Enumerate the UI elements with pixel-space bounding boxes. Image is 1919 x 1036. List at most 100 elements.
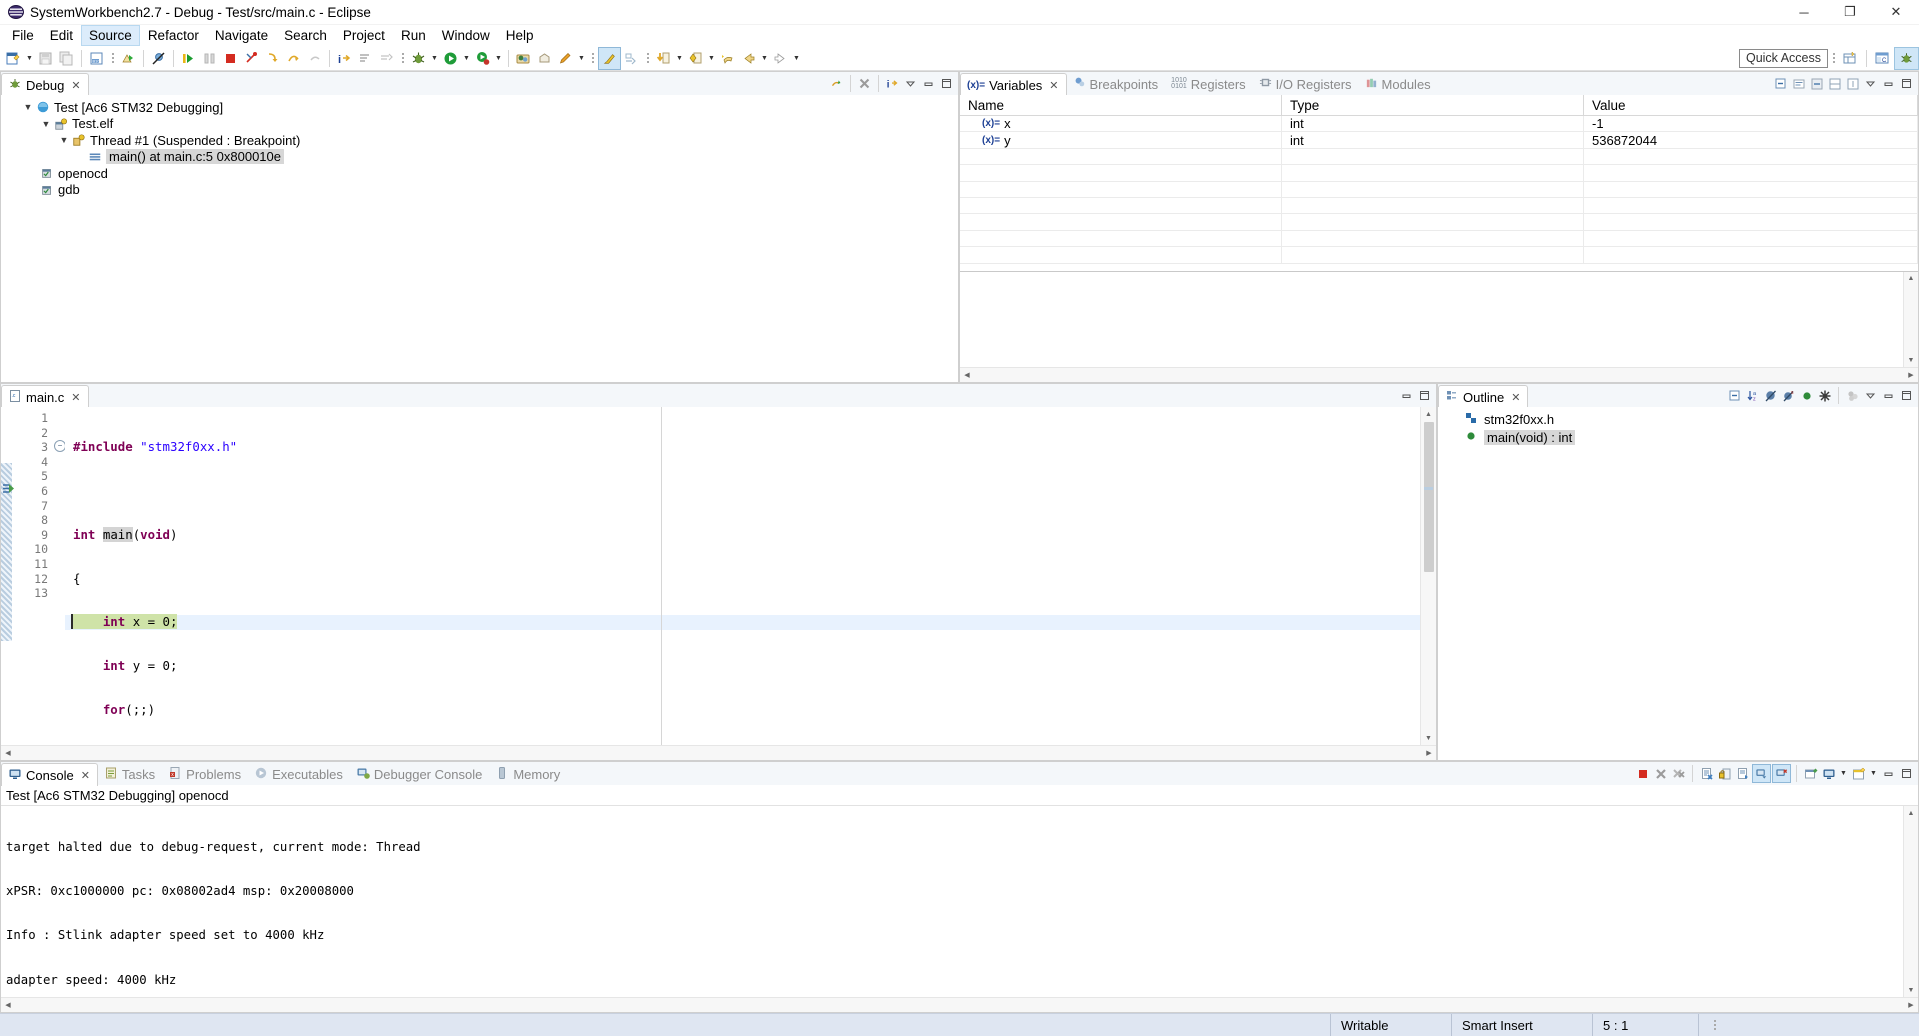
menu-edit[interactable]: Edit xyxy=(42,25,81,46)
menu-search[interactable]: Search xyxy=(276,25,335,46)
chevron-down-icon[interactable]: ▼ xyxy=(57,135,71,145)
tab-variables[interactable]: (x)= Variables ✕ xyxy=(960,73,1067,96)
debug-tree-item-gdb[interactable]: gdb xyxy=(1,182,958,199)
external-tools-dropdown-chevron-down-icon[interactable]: ▼ xyxy=(493,48,504,69)
table-row-empty[interactable] xyxy=(960,148,1918,166)
variable-value[interactable]: 536872044 xyxy=(1584,132,1918,148)
scroll-left-icon[interactable]: ◀ xyxy=(1,998,15,1012)
debug-tree-item-launch[interactable]: ▼ Test [Ac6 STM32 Debugging] xyxy=(1,99,958,116)
tab-console[interactable]: Console ✕ xyxy=(1,763,98,786)
minimize-icon[interactable] xyxy=(1880,765,1897,782)
show-logical-structure-icon[interactable] xyxy=(1808,75,1825,92)
disconnect-icon[interactable] xyxy=(241,48,262,69)
minimize-icon[interactable] xyxy=(1880,75,1897,92)
minimize-button[interactable]: ─ xyxy=(1781,0,1827,24)
table-row-empty[interactable] xyxy=(960,214,1918,231)
c-cpp-perspective-icon[interactable]: C xyxy=(1871,48,1894,69)
editor-code[interactable]: #include "stm32f0xx.h" int main(void) { … xyxy=(65,407,1420,745)
back-arrow-icon[interactable] xyxy=(738,48,759,69)
menu-project[interactable]: Project xyxy=(335,25,393,46)
scroll-up-icon[interactable]: ▲ xyxy=(1904,272,1918,286)
annotation-marker[interactable] xyxy=(1424,487,1433,490)
run-play-icon[interactable] xyxy=(440,48,461,69)
lock-scroll-icon[interactable] xyxy=(1716,765,1733,782)
close-icon[interactable]: ✕ xyxy=(81,769,90,782)
new-dropdown-chevron-down-icon[interactable]: ▼ xyxy=(24,48,35,69)
terminate-icon[interactable] xyxy=(220,48,241,69)
view-menu-icon[interactable] xyxy=(1862,75,1879,92)
minimize-icon[interactable] xyxy=(1880,387,1897,404)
console-horizontal-scrollbar[interactable]: ◀ ▶ xyxy=(1,997,1918,1012)
console-output[interactable]: target halted due to debug-request, curr… xyxy=(1,806,1903,997)
open-console-icon[interactable] xyxy=(1850,765,1867,782)
instruction-mode-icon[interactable]: i xyxy=(334,48,355,69)
print-icon[interactable]: B10 xyxy=(86,48,107,69)
maximize-icon[interactable] xyxy=(1898,75,1915,92)
tab-debug[interactable]: Debug ✕ xyxy=(1,73,89,96)
table-row[interactable]: (x)= x int -1 xyxy=(960,116,1918,133)
new-perspective-icon[interactable] xyxy=(1839,48,1862,69)
new-detail-pane-icon[interactable] xyxy=(1826,75,1843,92)
scroll-left-icon[interactable]: ◀ xyxy=(960,368,974,382)
debug-tree-item-process[interactable]: ▼ Test.elf xyxy=(1,116,958,133)
editor-vertical-scrollbar[interactable]: ▲ ▼ xyxy=(1420,407,1436,745)
minimize-icon[interactable] xyxy=(920,75,937,92)
pin-icon[interactable] xyxy=(1844,75,1861,92)
forward-dropdown-chevron-down-icon[interactable]: ▼ xyxy=(791,48,802,69)
table-row-empty[interactable] xyxy=(960,165,1918,182)
debug-tree-item-openocd[interactable]: openocd xyxy=(1,165,958,182)
outline-item-include[interactable]: stm32f0xx.h xyxy=(1438,410,1918,428)
step-into-selection-icon[interactable]: i xyxy=(884,75,901,92)
detail-horizontal-scrollbar[interactable]: ◀ ▶ xyxy=(960,367,1918,382)
editor-marker-column[interactable] xyxy=(1,407,18,745)
scroll-right-icon[interactable]: ▶ xyxy=(1904,368,1918,382)
close-button[interactable]: ✕ xyxy=(1873,0,1919,24)
tab-tasks[interactable]: Tasks xyxy=(98,763,162,785)
table-row-empty[interactable] xyxy=(960,197,1918,215)
search-dropdown-chevron-down-icon[interactable]: ▼ xyxy=(576,48,587,69)
tab-memory[interactable]: Memory xyxy=(489,763,567,785)
scroll-right-icon[interactable]: ▶ xyxy=(1422,746,1436,760)
resume-icon[interactable] xyxy=(178,48,199,69)
tab-debugger-console[interactable]: Debugger Console xyxy=(350,763,489,785)
step-into-icon[interactable] xyxy=(262,48,283,69)
status-resize-handle[interactable] xyxy=(1698,1014,1747,1036)
menu-file[interactable]: File xyxy=(4,25,42,46)
forward-arrow-icon[interactable] xyxy=(770,48,791,69)
remove-launch-icon[interactable] xyxy=(1652,765,1669,782)
editor-text-area[interactable]: 123456 7 8 9 10 11 12 13 − #include "stm32f0xx… xyxy=(1,407,1436,745)
hide-fields-icon[interactable] xyxy=(1762,387,1779,404)
detail-vertical-scrollbar[interactable]: ▲ ▼ xyxy=(1903,271,1918,367)
back-dropdown-chevron-down-icon[interactable]: ▼ xyxy=(759,48,770,69)
scroll-left-icon[interactable]: ◀ xyxy=(1,746,15,760)
editor-fold-column[interactable]: − xyxy=(53,407,66,745)
maximize-icon[interactable] xyxy=(938,75,955,92)
menu-source[interactable]: Source xyxy=(81,25,140,46)
filter-icon[interactable] xyxy=(1816,387,1833,404)
menu-help[interactable]: Help xyxy=(498,25,542,46)
view-menu-icon[interactable] xyxy=(1862,387,1879,404)
remove-all-launches-icon[interactable] xyxy=(1670,765,1687,782)
maximize-button[interactable]: ❐ xyxy=(1827,0,1873,24)
hide-static-icon[interactable]: s xyxy=(1780,387,1797,404)
open-console-dropdown-chevron-down-icon[interactable]: ▼ xyxy=(1868,763,1879,784)
search-pencil-icon[interactable] xyxy=(555,48,576,69)
debug-tree-item-thread[interactable]: ▼ Thread #1 (Suspended : Breakpoint) xyxy=(1,132,958,149)
chevron-down-icon[interactable]: ▼ xyxy=(39,119,53,129)
close-icon[interactable]: ✕ xyxy=(1511,391,1520,404)
quick-access-input[interactable]: Quick Access xyxy=(1738,48,1828,68)
perspective-icon[interactable] xyxy=(513,48,534,69)
tab-breakpoints[interactable]: Breakpoints xyxy=(1067,73,1166,95)
tab-problems[interactable]: x Problems xyxy=(162,763,248,785)
debug-dropdown-chevron-down-icon[interactable]: ▼ xyxy=(429,48,440,69)
view-menu-icon[interactable] xyxy=(902,75,919,92)
column-header-value[interactable]: Value xyxy=(1584,95,1918,115)
display-console-dropdown-chevron-down-icon[interactable]: ▼ xyxy=(1838,763,1849,784)
scroll-lock-icon[interactable] xyxy=(1734,765,1751,782)
close-icon[interactable]: ✕ xyxy=(71,79,80,92)
show-type-names-icon[interactable] xyxy=(1790,75,1807,92)
run-dropdown-chevron-down-icon[interactable]: ▼ xyxy=(461,48,472,69)
scrollbar-thumb[interactable] xyxy=(1423,422,1434,572)
debug-bug-icon[interactable] xyxy=(408,48,429,69)
scroll-up-icon[interactable]: ▲ xyxy=(1904,806,1918,820)
